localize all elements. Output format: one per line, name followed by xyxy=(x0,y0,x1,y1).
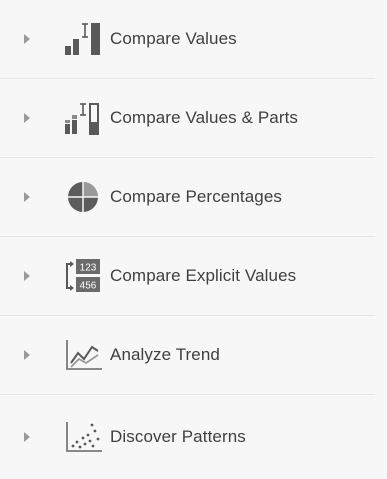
menu-item-label: Compare Values xyxy=(110,29,237,48)
menu-item-label: Compare Explicit Values xyxy=(110,266,297,285)
line-chart-icon xyxy=(58,337,106,373)
expand-chevron-icon[interactable] xyxy=(24,432,30,442)
menu-item-compare-explicit-values[interactable]: 123 456 Compare Explicit Values xyxy=(0,237,375,316)
menu-item-label: Compare Percentages xyxy=(110,187,282,206)
menu-item-label: Analyze Trend xyxy=(110,345,220,364)
expand-chevron-icon[interactable] xyxy=(24,271,30,281)
explicit-values-icon: 123 456 xyxy=(58,258,106,294)
menu-item-compare-values-parts[interactable]: Compare Values & Parts xyxy=(0,79,375,158)
expand-chevron-icon[interactable] xyxy=(24,34,30,44)
compare-values-icon xyxy=(58,21,106,57)
menu-item-discover-patterns[interactable]: Discover Patterns xyxy=(0,395,375,479)
compare-values-parts-icon xyxy=(58,100,106,136)
icon-text-bottom: 456 xyxy=(80,281,97,292)
menu-item-label: Discover Patterns xyxy=(110,427,246,446)
pie-chart-icon xyxy=(58,179,106,215)
expand-chevron-icon[interactable] xyxy=(24,192,30,202)
expand-chevron-icon[interactable] xyxy=(24,350,30,360)
menu-item-analyze-trend[interactable]: Analyze Trend xyxy=(0,316,375,395)
expand-chevron-icon[interactable] xyxy=(24,113,30,123)
scatter-plot-icon xyxy=(58,419,106,455)
menu-item-label: Compare Values & Parts xyxy=(110,108,299,127)
chart-type-menu: Compare Values Compare Values & Parts Co… xyxy=(0,0,375,479)
menu-item-compare-values[interactable]: Compare Values xyxy=(0,0,375,79)
menu-item-compare-percentages[interactable]: Compare Percentages xyxy=(0,158,375,237)
icon-text-top: 123 xyxy=(80,263,97,274)
